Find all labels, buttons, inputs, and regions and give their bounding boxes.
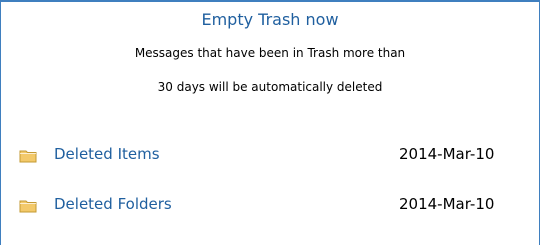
trash-notice-line-2: 30 days will be automatically deleted [157,80,383,94]
folder-icon [19,150,37,163]
folder-row-deleted-items[interactable]: Deleted Items 2014-Mar-10 [19,145,519,169]
panel-top-border [1,0,539,2]
trash-panel: Empty Trash now Messages that have been … [0,0,540,245]
deleted-folders-link[interactable]: Deleted Folders [54,195,172,213]
deleted-items-link[interactable]: Deleted Items [54,145,160,163]
folder-icon [19,200,37,213]
folder-row-deleted-folders[interactable]: Deleted Folders 2014-Mar-10 [19,195,519,219]
deleted-items-date: 2014-Mar-10 [399,145,495,163]
empty-trash-link[interactable]: Empty Trash now [1,10,539,29]
deleted-folders-date: 2014-Mar-10 [399,195,495,213]
trash-notice-line-1: Messages that have been in Trash more th… [134,46,406,60]
